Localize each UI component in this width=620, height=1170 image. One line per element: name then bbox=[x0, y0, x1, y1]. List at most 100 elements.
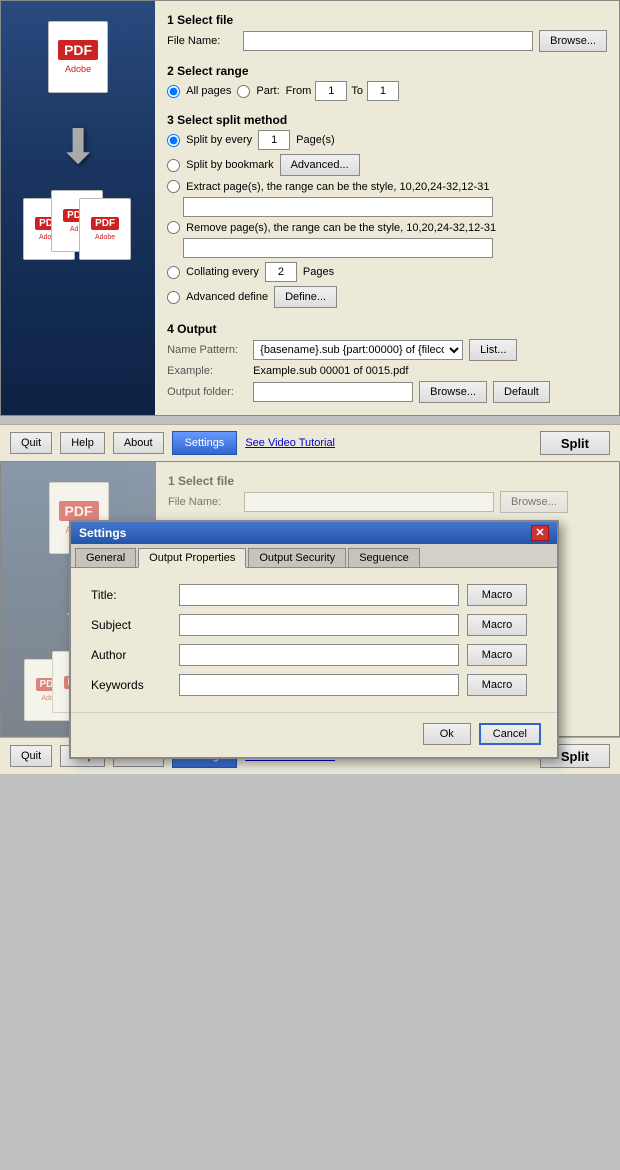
properties-grid: Title: Macro Subject Macro Author Macro … bbox=[91, 584, 537, 696]
range-from-to: From To bbox=[286, 81, 399, 101]
tab-output-properties[interactable]: Output Properties bbox=[138, 548, 246, 568]
dialog-footer: Ok Cancel bbox=[71, 712, 557, 757]
radio-split-every[interactable] bbox=[167, 134, 180, 147]
collating-pages-label: Pages bbox=[303, 266, 334, 278]
subject-input[interactable] bbox=[179, 614, 459, 636]
collating-row: Collating every Pages bbox=[167, 262, 607, 282]
section-header-2: 2 Select range bbox=[167, 64, 607, 78]
pdf-doc-large: PDF Adobe bbox=[48, 21, 108, 93]
advanced-button[interactable]: Advanced... bbox=[280, 154, 360, 176]
file-name-row: File Name: Browse... bbox=[167, 30, 607, 52]
title-macro-button[interactable]: Macro bbox=[467, 584, 527, 606]
browse-button-2: Browse... bbox=[500, 491, 568, 513]
radio-remove[interactable] bbox=[167, 221, 180, 234]
section-header-4: 4 Output bbox=[167, 322, 607, 336]
keywords-label: Keywords bbox=[91, 678, 171, 692]
bottom-bar-1: Quit Help About Settings See Video Tutor… bbox=[0, 424, 620, 461]
split-every-row: Split by every Page(s) bbox=[167, 130, 607, 150]
radio-collate[interactable] bbox=[167, 266, 180, 279]
advanced-define-row: Advanced define Define... bbox=[167, 286, 607, 308]
extract-label: Extract page(s), the range can be the st… bbox=[186, 181, 489, 193]
range-to-input[interactable] bbox=[367, 81, 399, 101]
define-button[interactable]: Define... bbox=[274, 286, 337, 308]
radio-split-bookmark[interactable] bbox=[167, 159, 180, 172]
name-pattern-row: Name Pattern: {basename}.sub {part:00000… bbox=[167, 339, 607, 361]
output-folder-row: Output folder: Browse... Default bbox=[167, 381, 607, 403]
tab-general[interactable]: General bbox=[75, 548, 136, 567]
collating-input[interactable] bbox=[265, 262, 297, 282]
ok-button[interactable]: Ok bbox=[423, 723, 471, 745]
main-app-panel-1: PDF Adobe ⬇ PDF Adobe PDF Ad... PDF Adob… bbox=[0, 0, 620, 416]
left-sidebar-1: PDF Adobe ⬇ PDF Adobe PDF Ad... PDF Adob… bbox=[1, 1, 155, 415]
from-label: From bbox=[286, 85, 312, 97]
extract-row: Extract page(s), the range can be the st… bbox=[167, 180, 607, 193]
output-folder-label: Output folder: bbox=[167, 386, 247, 398]
dialog-close-button[interactable]: ✕ bbox=[531, 525, 549, 541]
file-name-label-2: File Name: bbox=[168, 496, 238, 508]
extract-input[interactable] bbox=[183, 197, 493, 217]
tab-output-security[interactable]: Output Security bbox=[248, 548, 346, 567]
section-output: 4 Output Name Pattern: {basename}.sub {p… bbox=[167, 318, 607, 407]
file-name-input-2 bbox=[244, 492, 494, 512]
help-button-1[interactable]: Help bbox=[60, 432, 105, 454]
radio-all-pages[interactable] bbox=[167, 85, 180, 98]
output-folder-input[interactable] bbox=[253, 382, 413, 402]
section-split-method: 3 Select split method Split by every Pag… bbox=[167, 109, 607, 308]
part-label: Part: bbox=[256, 85, 279, 97]
dialog-titlebar: Settings ✕ bbox=[71, 522, 557, 544]
range-from-input[interactable] bbox=[315, 81, 347, 101]
remove-label: Remove page(s), the range can be the sty… bbox=[186, 222, 496, 234]
file-name-label: File Name: bbox=[167, 35, 237, 47]
file-name-row-2: File Name: Browse... bbox=[168, 491, 607, 513]
section-header-2-1: 1 Select file bbox=[168, 474, 607, 488]
subject-macro-button[interactable]: Macro bbox=[467, 614, 527, 636]
dialog-tabs: General Output Properties Output Securit… bbox=[71, 544, 557, 568]
title-input[interactable] bbox=[179, 584, 459, 606]
author-input[interactable] bbox=[179, 644, 459, 666]
default-button[interactable]: Default bbox=[493, 381, 550, 403]
radio-part[interactable] bbox=[237, 85, 250, 98]
dialog-body: Title: Macro Subject Macro Author Macro … bbox=[71, 568, 557, 712]
radio-advanced-define[interactable] bbox=[167, 291, 180, 304]
cancel-button[interactable]: Cancel bbox=[479, 723, 541, 745]
author-macro-button[interactable]: Macro bbox=[467, 644, 527, 666]
pdf-icon-large: PDF Adobe bbox=[38, 21, 118, 106]
pattern-select[interactable]: {basename}.sub {part:00000} of {filecoun… bbox=[253, 340, 463, 360]
about-button-1[interactable]: About bbox=[113, 432, 164, 454]
keywords-input[interactable] bbox=[179, 674, 459, 696]
remove-row: Remove page(s), the range can be the sty… bbox=[167, 221, 607, 234]
settings-dialog: Settings ✕ General Output Properties Out… bbox=[69, 520, 559, 759]
radio-extract[interactable] bbox=[167, 180, 180, 193]
example-value: Example.sub 00001 of 0015.pdf bbox=[253, 365, 408, 377]
video-tutorial-link-1[interactable]: See Video Tutorial bbox=[245, 437, 335, 449]
split-every-input[interactable] bbox=[258, 130, 290, 150]
pdf-badge-2: PDF bbox=[59, 501, 99, 521]
pdf-badge-mini-3: PDF bbox=[91, 217, 119, 230]
output-browse-button[interactable]: Browse... bbox=[419, 381, 487, 403]
title-label: Title: bbox=[91, 588, 171, 602]
keywords-macro-button[interactable]: Macro bbox=[467, 674, 527, 696]
quit-button-2[interactable]: Quit bbox=[10, 745, 52, 767]
pages-label: Page(s) bbox=[296, 134, 335, 146]
adobe-label-large: Adobe bbox=[65, 64, 91, 74]
example-label: Example: bbox=[167, 365, 247, 377]
example-row: Example: Example.sub 00001 of 0015.pdf bbox=[167, 365, 607, 377]
split-every-label: Split by every bbox=[186, 134, 252, 146]
browse-button-1[interactable]: Browse... bbox=[539, 30, 607, 52]
split-button-1[interactable]: Split bbox=[540, 431, 610, 455]
split-method-block: Split by every Page(s) Split by bookmark… bbox=[167, 130, 607, 308]
file-name-input[interactable] bbox=[243, 31, 533, 51]
list-button[interactable]: List... bbox=[469, 339, 517, 361]
subject-label: Subject bbox=[91, 618, 171, 632]
settings-button-1[interactable]: Settings bbox=[172, 431, 238, 455]
remove-input[interactable] bbox=[183, 238, 493, 258]
pdf-badge-large: PDF bbox=[58, 40, 98, 60]
split-bookmark-label: Split by bookmark bbox=[186, 159, 273, 171]
collating-label: Collating every bbox=[186, 266, 259, 278]
right-content-1: 1 Select file File Name: Browse... 2 Sel… bbox=[155, 1, 619, 415]
quit-button-1[interactable]: Quit bbox=[10, 432, 52, 454]
pdf-mini-3: PDF Adobe bbox=[79, 198, 131, 260]
split-bookmark-row: Split by bookmark Advanced... bbox=[167, 154, 607, 176]
tab-sequence[interactable]: Seguence bbox=[348, 548, 420, 567]
advanced-define-label: Advanced define bbox=[186, 291, 268, 303]
